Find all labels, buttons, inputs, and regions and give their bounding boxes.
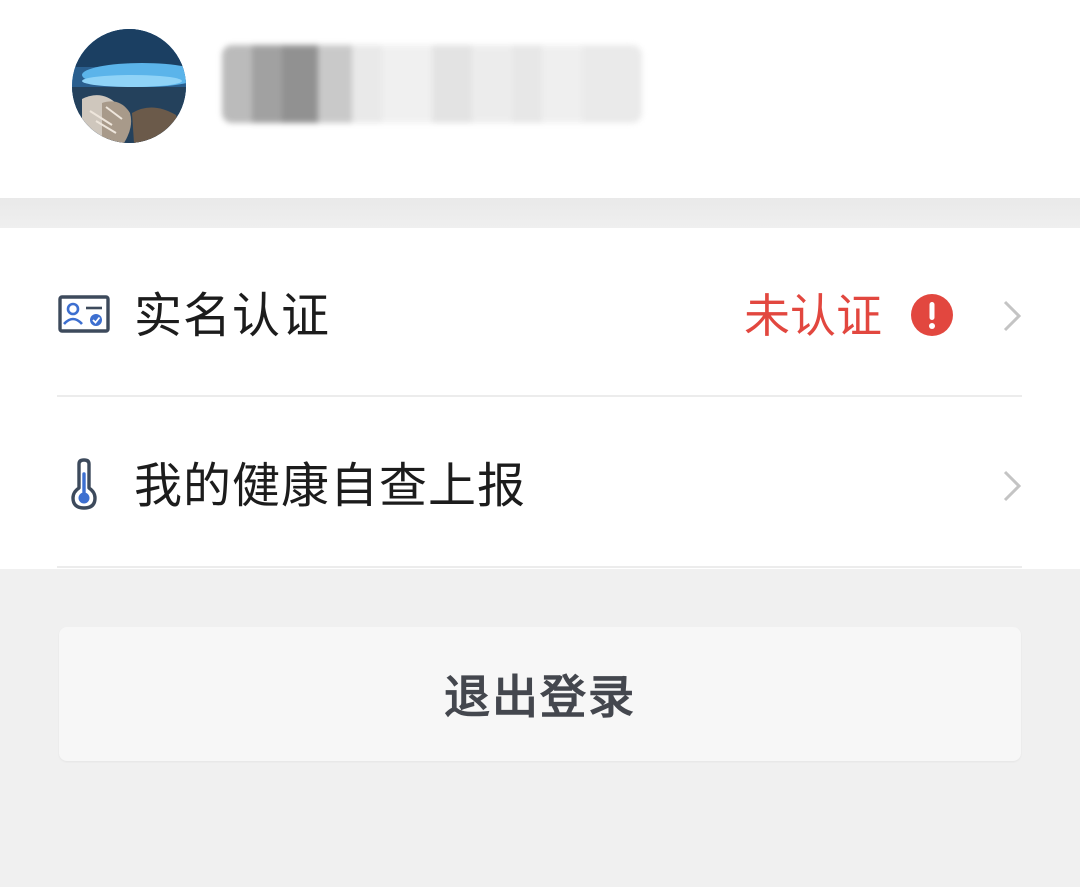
verification-status: 未认证 (744, 289, 882, 343)
avatar-landscape-image (72, 29, 186, 143)
profile-header (0, 0, 1080, 198)
menu-item-label: 实名认证 (134, 288, 331, 344)
section-gap (0, 198, 1080, 228)
menu-list: 实名认证 未认证 我的健康自查上报 (0, 228, 1080, 569)
menu-item-label: 我的健康自查上报 (134, 458, 527, 514)
username (222, 45, 642, 123)
divider (57, 566, 1022, 568)
menu-item-real-name-verification[interactable]: 实名认证 未认证 (0, 228, 1080, 396)
thermometer-icon (71, 458, 97, 510)
id-card-icon (58, 295, 110, 333)
logout-label: 退出登录 (444, 670, 636, 724)
avatar[interactable] (72, 29, 186, 143)
menu-item-health-self-check[interactable]: 我的健康自查上报 (0, 398, 1080, 566)
logout-button[interactable]: 退出登录 (59, 627, 1021, 761)
alert-icon (911, 294, 953, 336)
chevron-right-icon (1003, 470, 1022, 502)
divider (57, 395, 1022, 397)
chevron-right-icon (1003, 300, 1022, 332)
